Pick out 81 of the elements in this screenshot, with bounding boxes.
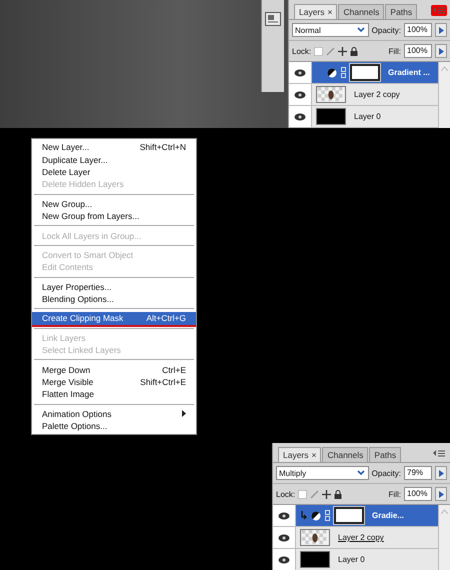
half-circle-icon (311, 510, 321, 520)
eye-icon[interactable] (278, 556, 290, 564)
panel-tab[interactable]: Channels (338, 4, 384, 19)
eye-icon[interactable] (278, 534, 290, 542)
panel-tab[interactable]: Paths (385, 4, 418, 19)
layer-thumbnail (300, 551, 330, 568)
opacity-field[interactable]: 100% (404, 23, 432, 37)
layer-row[interactable]: Layer 2 copy (311, 84, 438, 105)
menu-item[interactable]: New Layer... Shift+Ctrl+N (32, 141, 196, 154)
move-icon[interactable] (322, 490, 332, 498)
opacity-label: Opacity: (372, 26, 401, 34)
panel-tab[interactable]: Paths (369, 447, 402, 462)
chevron-down-icon (356, 468, 366, 478)
mask-thumbnail (350, 64, 380, 81)
lock-icon[interactable] (334, 490, 342, 498)
menu-item[interactable]: New Group from Layers... (32, 210, 196, 222)
half-circle-icon (327, 68, 337, 78)
mask-thumbnail (334, 507, 364, 524)
layer-name: Gradie... (372, 511, 404, 520)
menu-item[interactable]: Create Clipping Mask Alt+Ctrl+G (32, 312, 196, 325)
panel-icon[interactable] (265, 12, 281, 26)
menu-item[interactable]: Merge Visible Shift+Ctrl+E (32, 376, 196, 388)
menu-item[interactable]: Blending Options... (32, 292, 196, 306)
menu-item[interactable]: Animation Options (32, 408, 196, 420)
triangle-right-icon (438, 26, 444, 34)
layer-row[interactable]: Layer 0 (295, 549, 438, 570)
move-icon[interactable] (338, 46, 348, 56)
panel-menu-icon[interactable] (431, 448, 447, 459)
fill-field[interactable]: 100% (404, 44, 432, 58)
opacity-label: Opacity: (372, 468, 401, 478)
triangle-right-icon (438, 48, 444, 54)
layer-row[interactable]: Layer 2 copy (295, 527, 438, 548)
fill-label: Fill: (388, 46, 401, 56)
layer-name: Layer 0 (338, 555, 365, 564)
layer-row[interactable]: Layer 0 (311, 106, 438, 127)
menu-item[interactable]: Layer Properties... (32, 280, 196, 293)
triangle-right-icon (438, 490, 444, 498)
layer-thumbnail (316, 108, 346, 125)
tab-close[interactable]: × (312, 450, 316, 460)
chain-icon (341, 67, 346, 78)
layer-name: Gradient ... (388, 68, 430, 77)
menu-item[interactable]: Duplicate Layer... (32, 153, 196, 166)
menu-item[interactable]: Merge Down Ctrl+E (32, 363, 196, 376)
eye-icon[interactable] (294, 112, 306, 120)
fill-arrow-button[interactable] (435, 44, 447, 58)
layer-thumbnail (316, 86, 346, 103)
lock-label: Lock: (292, 46, 312, 56)
layer-name: Layer 2 copy (338, 533, 384, 542)
fill-label: Fill: (388, 490, 401, 498)
blend-mode-dropdown[interactable]: Multiply (276, 466, 369, 480)
menu-item[interactable]: Flatten Image (32, 388, 196, 401)
panel-tab[interactable]: Layers × (294, 4, 338, 19)
layer-row[interactable]: Gradient ... (311, 62, 438, 83)
chain-icon (325, 510, 330, 521)
eye-icon[interactable] (294, 68, 306, 76)
opacity-arrow-button[interactable] (435, 23, 447, 37)
lock-icon[interactable] (350, 46, 358, 56)
fill-field[interactable]: 100% (404, 487, 432, 501)
layer-row[interactable]: Gradie... (295, 505, 438, 526)
blend-mode-dropdown[interactable]: Normal (292, 23, 369, 37)
layer-name: Layer 2 copy (354, 90, 400, 99)
eye-icon[interactable] (278, 512, 290, 520)
layer-name: Layer 0 (354, 112, 381, 121)
panel-tab[interactable]: Layers × (278, 447, 322, 462)
scrollbar[interactable] (438, 62, 450, 128)
panel-tab[interactable]: Channels (322, 447, 368, 462)
menu-item[interactable]: Delete Layer (32, 166, 196, 178)
lock-transparency-icon[interactable] (314, 46, 324, 56)
tab-close[interactable]: × (328, 7, 332, 17)
scrollbar[interactable] (438, 505, 450, 570)
menu-item[interactable]: Palette Options... (32, 420, 196, 432)
chevron-down-icon (356, 25, 366, 35)
opacity-arrow-button[interactable] (435, 466, 447, 480)
fill-arrow-button[interactable] (435, 487, 447, 501)
menu-item[interactable]: New Group... (32, 198, 196, 210)
lock-transparency-icon[interactable] (298, 490, 308, 498)
opacity-field[interactable]: 79% (404, 466, 432, 480)
lock-label: Lock: (276, 490, 296, 498)
layer-thumbnail (300, 529, 330, 546)
eye-icon[interactable] (294, 90, 306, 98)
triangle-right-icon (438, 470, 444, 476)
